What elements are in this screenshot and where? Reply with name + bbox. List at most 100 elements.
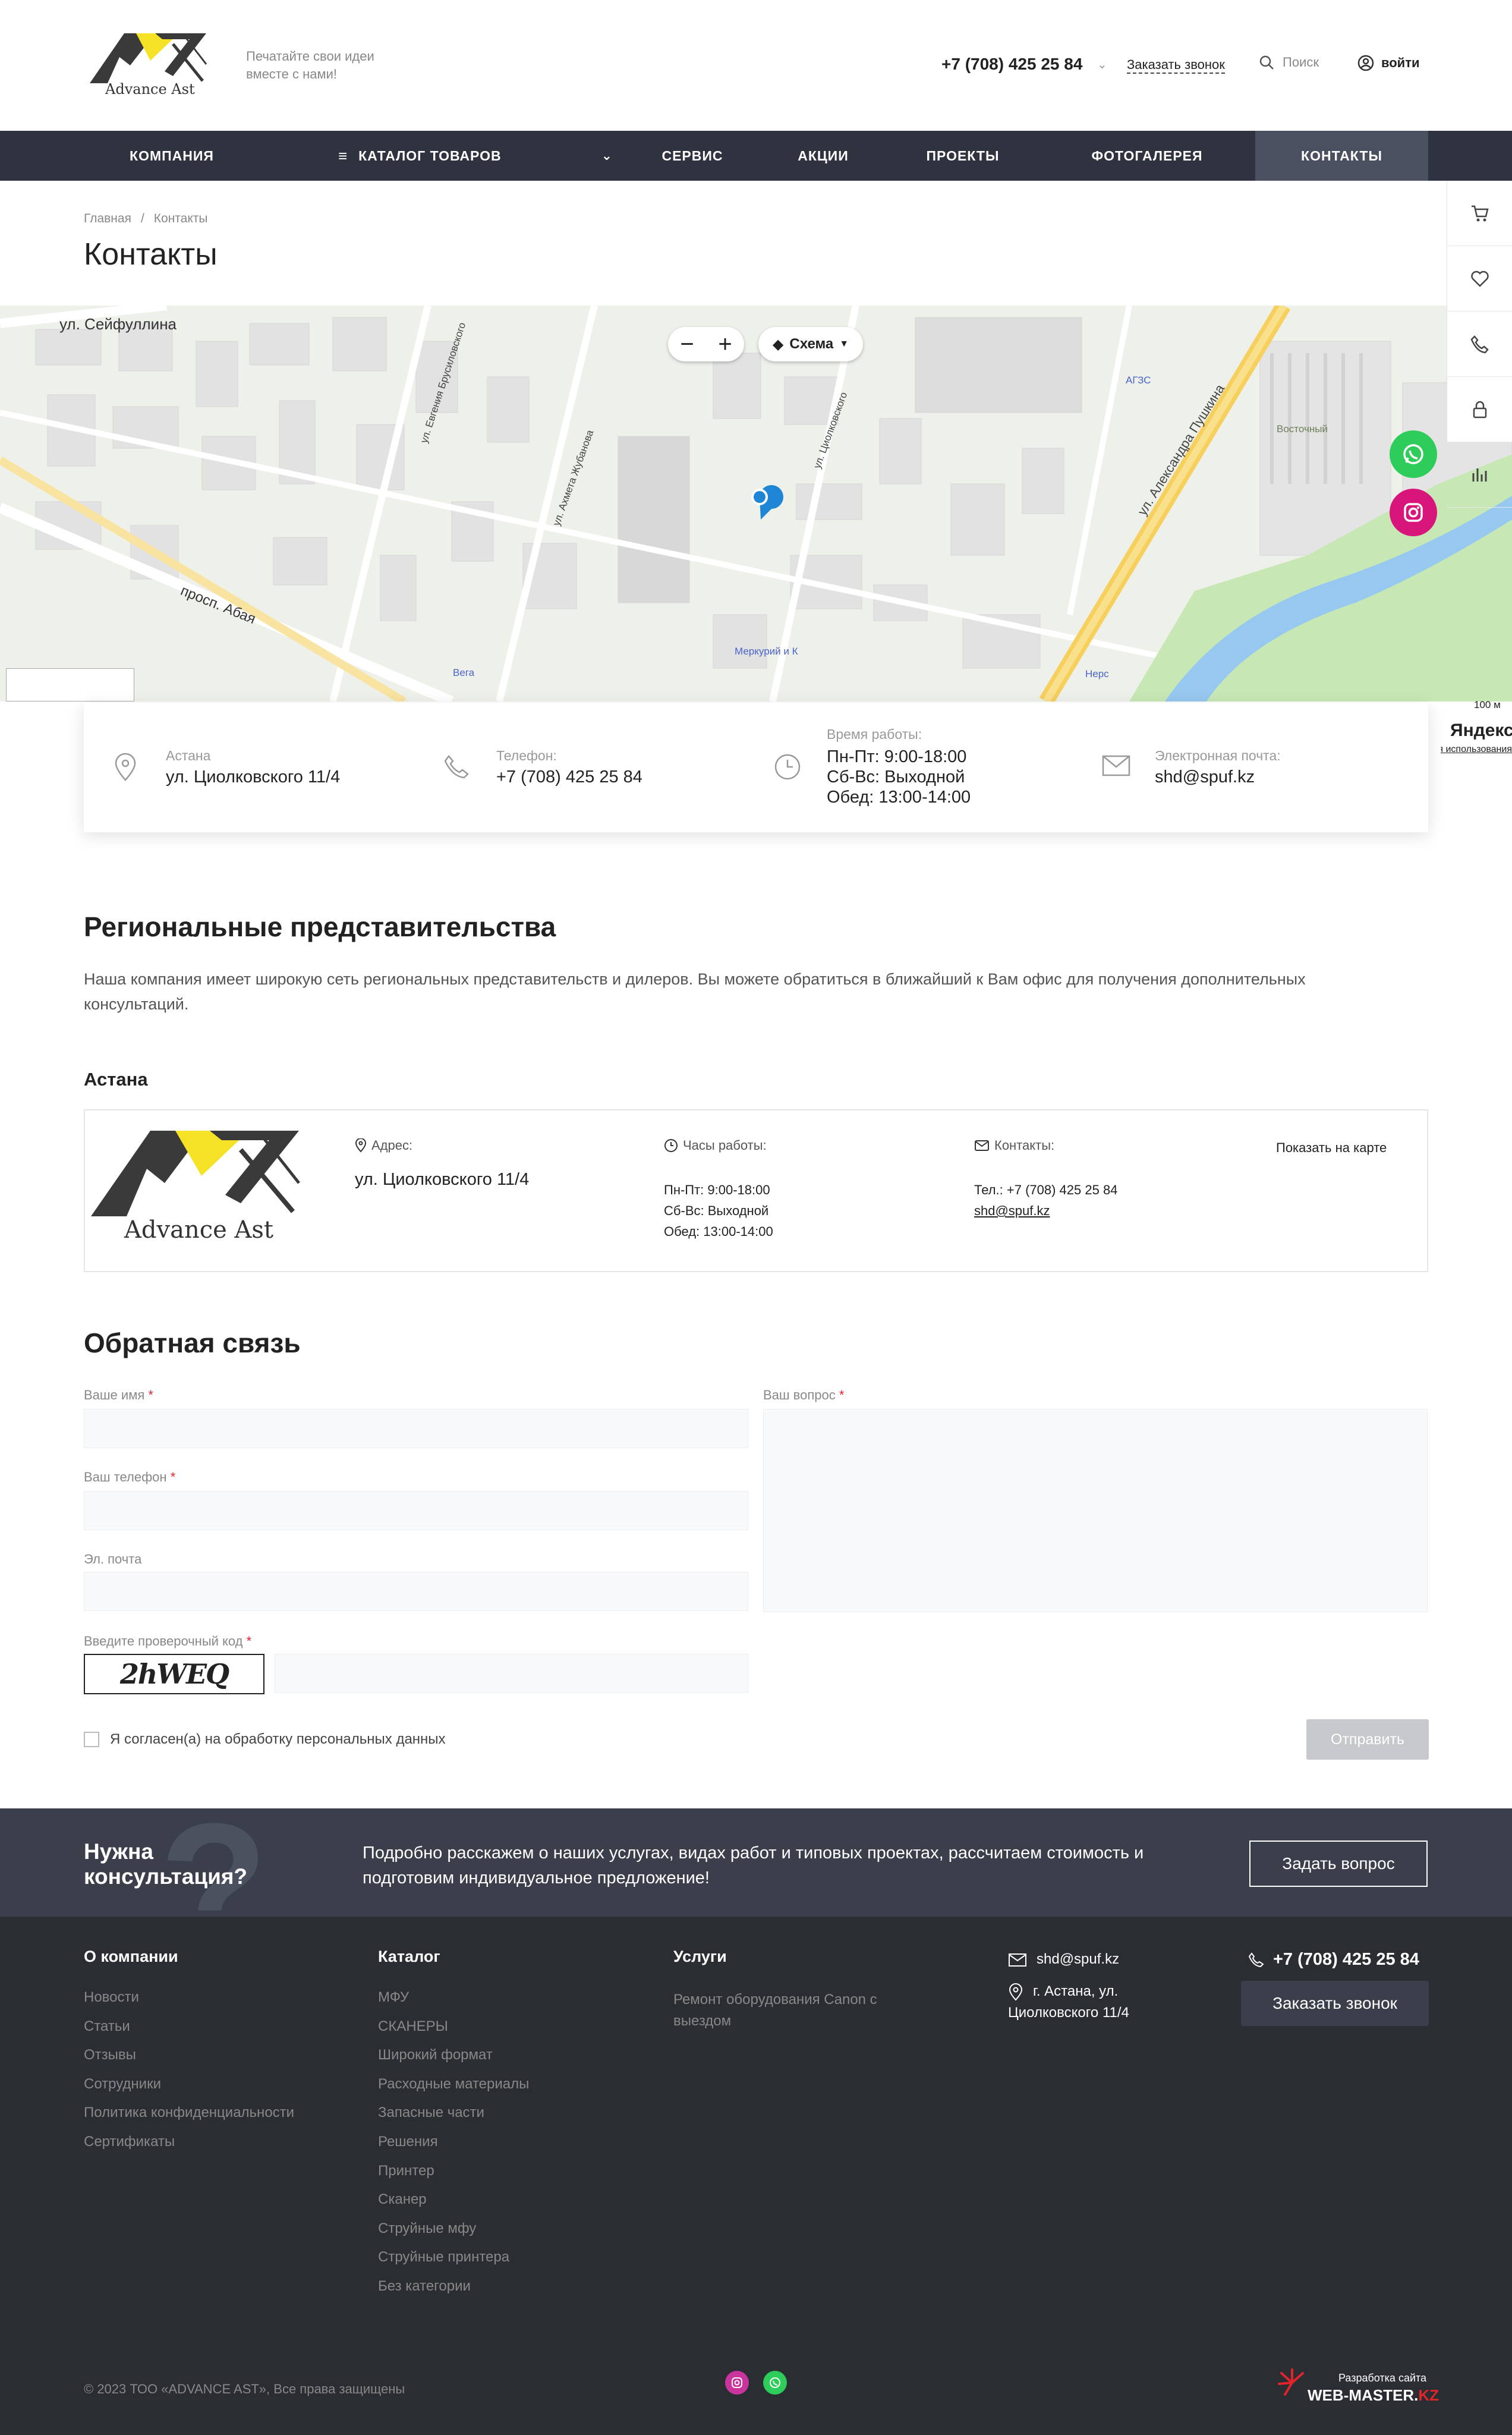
search-icon — [1259, 55, 1274, 70]
email-input[interactable] — [84, 1572, 748, 1611]
map-poi-label[interactable]: Меркурий и К — [735, 646, 798, 657]
nav-label: КОНТАКТЫ — [1301, 147, 1382, 163]
contact-email-value[interactable]: shd@spuf.kz — [1155, 767, 1255, 787]
submit-button[interactable]: Отправить — [1306, 1719, 1429, 1760]
header-phone[interactable]: +7 (708) 425 25 84 — [941, 55, 1082, 74]
name-input[interactable] — [84, 1409, 748, 1448]
heart-icon — [1471, 270, 1489, 287]
footer-link[interactable]: Расходные материалы — [378, 2076, 529, 2093]
phone-icon — [1470, 335, 1489, 353]
regional-city: Астана — [84, 1069, 148, 1090]
logo-text: Advance Ast — [105, 81, 195, 97]
phone-input[interactable] — [84, 1491, 748, 1530]
slogan: Печатайте свои идеи вместе с нами! — [246, 49, 374, 81]
nav-item-gallery[interactable]: ФОТОГАЛЕРЕЯ — [1058, 131, 1236, 181]
whatsapp-icon — [770, 2377, 780, 2388]
contact-phone-label: Телефон: — [496, 748, 557, 763]
show-on-map-link[interactable]: Показать на карте — [1276, 1140, 1387, 1156]
login-button[interactable]: войти — [1357, 55, 1420, 71]
nav-item-contacts[interactable]: КОНТАКТЫ — [1255, 131, 1428, 181]
account-button[interactable] — [1447, 377, 1512, 442]
footer-link[interactable]: Новости — [84, 1989, 139, 2006]
cart-button[interactable] — [1447, 181, 1512, 246]
footer-link[interactable]: Широкий формат — [378, 2047, 493, 2063]
contact-email-label: Электронная почта: — [1155, 748, 1281, 763]
favorites-button[interactable] — [1447, 246, 1512, 312]
footer-about-title[interactable]: О компании — [84, 1948, 178, 1966]
footer-address-text: г. Астана, ул. Циолковского 11/4 — [1008, 1983, 1129, 2021]
nav-item-company[interactable]: КОМПАНИЯ — [84, 131, 260, 181]
footer-link[interactable]: Сотрудники — [84, 2076, 161, 2093]
question-textarea[interactable] — [763, 1409, 1428, 1612]
office-phone[interactable]: Тел.: +7 (708) 425 25 84 — [974, 1179, 1117, 1200]
question-label: Ваш вопрос * — [763, 1388, 844, 1403]
footer-link[interactable]: Политика конфиденциальности — [84, 2104, 294, 2121]
consent-checkbox-row[interactable]: Я согласен(а) на обработку персональных … — [84, 1731, 446, 1748]
nav-label: ПРОЕКТЫ — [926, 147, 1000, 163]
nav-label: АКЦИИ — [798, 147, 849, 163]
breadcrumb-current: Контакты — [153, 212, 208, 225]
map-minimap[interactable] — [6, 668, 134, 701]
map-layers-button[interactable]: ◆ Схема ▼ — [758, 327, 863, 361]
map-poi-label[interactable]: Вега — [453, 667, 474, 679]
office-email[interactable]: shd@spuf.kz — [974, 1200, 1050, 1221]
footer-link[interactable]: Решения — [378, 2134, 438, 2150]
nav-item-service[interactable]: СЕРВИС — [642, 131, 743, 181]
footer-instagram-button[interactable] — [725, 2371, 749, 2395]
footer-link[interactable]: МФУ — [378, 1989, 409, 2006]
captcha-input[interactable] — [275, 1654, 748, 1693]
footer-link[interactable]: Сканер — [378, 2191, 427, 2208]
footer-link[interactable]: Статьи — [84, 2018, 130, 2035]
footer-whatsapp-button[interactable] — [763, 2371, 787, 2395]
map-scale-label: 100 м — [1474, 699, 1501, 710]
instagram-icon — [1404, 503, 1423, 522]
callback-side-button[interactable] — [1447, 312, 1512, 377]
footer-link[interactable]: Струйные принтера — [378, 2249, 509, 2266]
map-terms-link[interactable]: Условия использования — [1441, 744, 1512, 755]
compare-button[interactable] — [1447, 442, 1512, 508]
footer-link[interactable]: Принтер — [378, 2163, 434, 2179]
chevron-down-icon[interactable]: ⌄ — [1097, 57, 1107, 72]
instagram-button[interactable] — [1390, 489, 1437, 536]
contact-city: Астана — [166, 748, 211, 763]
developer-link[interactable]: WEB-MASTER.KZ — [1308, 2386, 1439, 2405]
footer-link[interactable]: Отзывы — [84, 2047, 136, 2063]
name-label: Ваше имя * — [84, 1388, 153, 1403]
zoom-in-button[interactable]: + — [718, 331, 732, 358]
zoom-out-button[interactable]: − — [680, 331, 694, 358]
nav-item-promo[interactable]: АКЦИИ — [773, 131, 874, 181]
ask-question-button[interactable]: Задать вопрос — [1249, 1841, 1428, 1887]
developer-brand-suffix: KZ — [1418, 2386, 1439, 2404]
callback-link[interactable]: Заказать звонок — [1127, 57, 1225, 74]
search-button[interactable]: Поиск — [1259, 55, 1319, 70]
footer-callback-button[interactable]: Заказать звонок — [1241, 1981, 1429, 2026]
footer-phone[interactable]: +7 (708) 425 25 84 — [1248, 1950, 1419, 1970]
office-hours-line: Обед: 13:00-14:00 — [664, 1224, 773, 1239]
whatsapp-button[interactable] — [1390, 430, 1437, 478]
consent-checkbox[interactable] — [84, 1732, 99, 1747]
logo[interactable]: Advance Ast — [84, 26, 216, 102]
developer-caption: Разработка сайта — [1338, 2372, 1427, 2384]
footer-link[interactable]: Без категории — [378, 2278, 471, 2295]
side-panel — [1447, 181, 1512, 442]
nav-item-catalog[interactable]: ≡ КАТАЛОГ ТОВАРОВ ⌄ — [333, 131, 618, 181]
footer-link[interactable]: Сертификаты — [84, 2134, 175, 2150]
map[interactable]: ул. Сейфуллина просп. Абая ул. Циолковск… — [0, 306, 1512, 701]
map-poi-label[interactable]: Нерс — [1085, 668, 1109, 680]
contact-phone-value[interactable]: +7 (708) 425 25 84 — [496, 767, 642, 787]
footer-link[interactable]: Ремонт оборудования Canon с выездом — [673, 1989, 923, 2032]
contact-hours-label: Время работы: — [827, 726, 922, 742]
footer-email[interactable]: shd@spuf.kz — [1008, 1949, 1119, 1970]
nav-label: КОМПАНИЯ — [130, 147, 214, 163]
footer-link[interactable]: Запасные части — [378, 2104, 484, 2121]
consultation-text: Подробно расскажем о наших услугах, вида… — [363, 1843, 1144, 1887]
footer-catalog-title[interactable]: Каталог — [378, 1948, 440, 1966]
footer-services-title[interactable]: Услуги — [673, 1948, 727, 1966]
footer-link[interactable]: Струйные мфу — [378, 2220, 476, 2237]
consent-label: Я согласен(а) на обработку персональных … — [110, 1731, 446, 1747]
footer-link[interactable]: СКАНЕРЫ — [378, 2018, 448, 2035]
breadcrumb-home[interactable]: Главная — [84, 212, 131, 226]
nav-item-projects[interactable]: ПРОЕКТЫ — [903, 131, 1022, 181]
map-poi-label[interactable]: АГЗС — [1126, 375, 1151, 386]
email-label: Эл. почта — [84, 1552, 142, 1566]
